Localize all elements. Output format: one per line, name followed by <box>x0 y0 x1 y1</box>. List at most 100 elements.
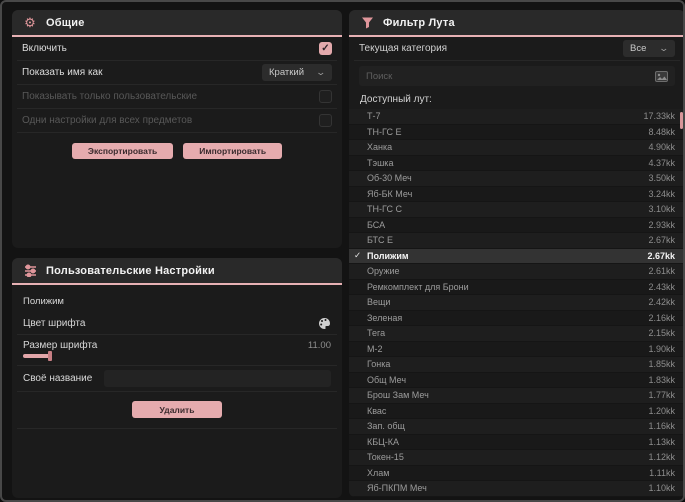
search-input[interactable] <box>366 70 655 82</box>
only-custom-row: Показывать только пользовательские ✓ <box>17 85 337 109</box>
loot-list-item[interactable]: ✓ Полижим 2.67kk <box>349 248 683 264</box>
loot-item-name: М-2 <box>367 343 383 354</box>
loot-item-count: 1.77kk <box>648 390 675 401</box>
loot-item-count: 1.11kk <box>649 467 675 478</box>
loot-list-item[interactable]: Квас 1.20kk <box>349 403 683 419</box>
loot-item-name: БСА <box>367 219 386 230</box>
loot-item-name: Вещи <box>367 297 391 308</box>
loot-list-item[interactable]: Ханка 4.90kk <box>349 140 683 156</box>
show-name-dropdown[interactable]: Краткий ⌄ <box>262 64 332 81</box>
loot-item-count: 2.93kk <box>648 219 675 230</box>
loot-list-item[interactable]: Тэшка 4.37kk <box>349 155 683 171</box>
loot-list-item[interactable]: Зап. общ 1.16kk <box>349 419 683 435</box>
loot-item-count: 1.10kk <box>648 483 675 494</box>
loot-list-item[interactable]: БСА 2.93kk <box>349 217 683 233</box>
category-dropdown[interactable]: Все ⌄ <box>623 40 675 57</box>
loot-item-count: 1.13kk <box>648 436 675 447</box>
loot-list-item[interactable]: М-2 1.90kk <box>349 341 683 357</box>
loot-item-name: Яб-БК Меч <box>367 188 413 199</box>
loot-item-name: ТН-ГС Е <box>367 126 402 137</box>
loot-list-item[interactable]: Токен-15 1.12kk <box>349 450 683 466</box>
loot-list-item[interactable]: КБЦ-КА 1.13kk <box>349 434 683 450</box>
loot-list-item[interactable]: БТС Е 2.67kk <box>349 233 683 249</box>
loot-list-item[interactable]: Оружие 2.61kk <box>349 264 683 280</box>
font-size-row: Размер шрифта 11.00 <box>17 335 337 366</box>
loot-item-name: Тэшка <box>367 157 394 168</box>
custom-name-label: Своё название <box>23 373 93 384</box>
mod-settings-window: ⚙ Общие Включить ✓ Показать имя как Крат… <box>0 0 685 502</box>
loot-item-count: 2.15kk <box>648 328 675 339</box>
loot-list-item[interactable]: Хлам 1.11kk <box>349 465 683 481</box>
loot-list-item[interactable]: Яб-БК Меч 3.24kk <box>349 186 683 202</box>
loot-item-count: 1.83kk <box>648 374 675 385</box>
font-size-value: 11.00 <box>307 340 331 351</box>
loot-item-name: Ремкомплект для Брони <box>367 281 469 292</box>
loot-item-name: Общ Меч <box>367 374 407 385</box>
export-button[interactable]: Экспортировать <box>71 143 174 159</box>
loot-item-count: 2.67kk <box>648 235 675 246</box>
delete-button[interactable]: Удалить <box>131 401 223 418</box>
loot-list-item[interactable]: Вещи 2.42kk <box>349 295 683 311</box>
loot-list-item[interactable]: ТН-ГС С 3.10kk <box>349 202 683 218</box>
loot-item-name: Ханка <box>367 142 393 153</box>
show-name-dropdown-value: Краткий <box>269 67 305 78</box>
category-dropdown-value: Все <box>630 43 647 54</box>
loot-list-item[interactable]: ТН-ГС Е 8.48kk <box>349 124 683 140</box>
loot-item-count: 3.50kk <box>648 173 675 184</box>
font-color-row: Цвет шрифта <box>17 312 337 335</box>
custom-name-input[interactable] <box>104 370 331 387</box>
loot-list-item[interactable]: Об-30 Меч 3.50kk <box>349 171 683 187</box>
loot-item-name: Зеленая <box>367 312 403 323</box>
loot-item-count: 17.33kk <box>643 111 675 122</box>
show-name-row: Показать имя как Краткий ⌄ <box>17 61 337 85</box>
palette-icon[interactable] <box>318 317 331 330</box>
image-icon[interactable] <box>655 70 668 82</box>
loot-item-count: 3.24kk <box>648 188 675 199</box>
loot-item-name: КБЦ-КА <box>367 436 400 447</box>
loot-item-name: Токен-15 <box>367 452 404 463</box>
loot-item-count: 1.20kk <box>648 405 675 416</box>
enable-row: Включить ✓ <box>17 37 337 61</box>
general-panel-header: ⚙ Общие <box>12 10 342 37</box>
loot-list-item[interactable]: Тега 2.15kk <box>349 326 683 342</box>
loot-item-name: Брош Зам Меч <box>367 390 429 401</box>
gear-icon: ⚙ <box>24 15 36 30</box>
font-size-slider[interactable] <box>23 351 69 361</box>
custom-settings-panel-title: Пользовательские Настройки <box>46 264 215 277</box>
loot-list-item[interactable]: Гонка 1.85kk <box>349 357 683 373</box>
search-box <box>359 66 675 86</box>
only-custom-checkbox[interactable]: ✓ <box>319 90 332 103</box>
loot-list-item[interactable]: Т-7 17.33kk <box>349 109 683 125</box>
loot-list-item[interactable]: Яб-ПКПМ Меч 1.10kk <box>349 481 683 497</box>
loot-list-item[interactable]: Брош Зам Меч 1.77kk <box>349 388 683 404</box>
font-color-label: Цвет шрифта <box>23 317 86 329</box>
font-size-slider-fill <box>23 354 51 358</box>
loot-list-scrollbar[interactable] <box>680 112 683 129</box>
loot-list-item[interactable]: Зеленая 2.16kk <box>349 310 683 326</box>
custom-settings-panel-header: Пользовательские Настройки <box>12 258 342 285</box>
loot-item-count: 2.67kk <box>647 250 675 261</box>
same-settings-label: Одни настройки для всех предметов <box>22 115 193 126</box>
loot-item-name: Яб-ПКПМ Меч <box>367 483 427 494</box>
general-panel-title: Общие <box>46 16 85 29</box>
same-settings-checkbox[interactable]: ✓ <box>319 114 332 127</box>
loot-item-name: Зап. общ <box>367 421 405 432</box>
loot-item-name: Оружие <box>367 266 400 277</box>
loot-list-item[interactable]: Общ Меч 1.83kk <box>349 372 683 388</box>
general-panel: ⚙ Общие Включить ✓ Показать имя как Крат… <box>12 10 342 248</box>
loot-filter-panel-header: Фильтр Лута <box>349 10 683 37</box>
loot-item-name: Об-30 Меч <box>367 173 412 184</box>
funnel-icon <box>360 16 374 30</box>
enable-checkbox[interactable]: ✓ <box>319 42 332 55</box>
loot-item-count: 2.61kk <box>648 266 675 277</box>
import-button[interactable]: Импортировать <box>183 143 283 159</box>
loot-item-count: 2.42kk <box>648 297 675 308</box>
loot-item-count: 4.37kk <box>648 157 675 168</box>
enable-label: Включить <box>22 43 67 54</box>
loot-list-item[interactable]: Ремкомплект для Брони 2.43kk <box>349 279 683 295</box>
loot-item-count: 3.10kk <box>648 204 675 215</box>
font-size-slider-thumb[interactable] <box>48 351 52 361</box>
loot-item-name: Полижим <box>367 250 409 261</box>
sliders-icon <box>23 264 37 278</box>
loot-item-count: 8.48kk <box>648 126 675 137</box>
